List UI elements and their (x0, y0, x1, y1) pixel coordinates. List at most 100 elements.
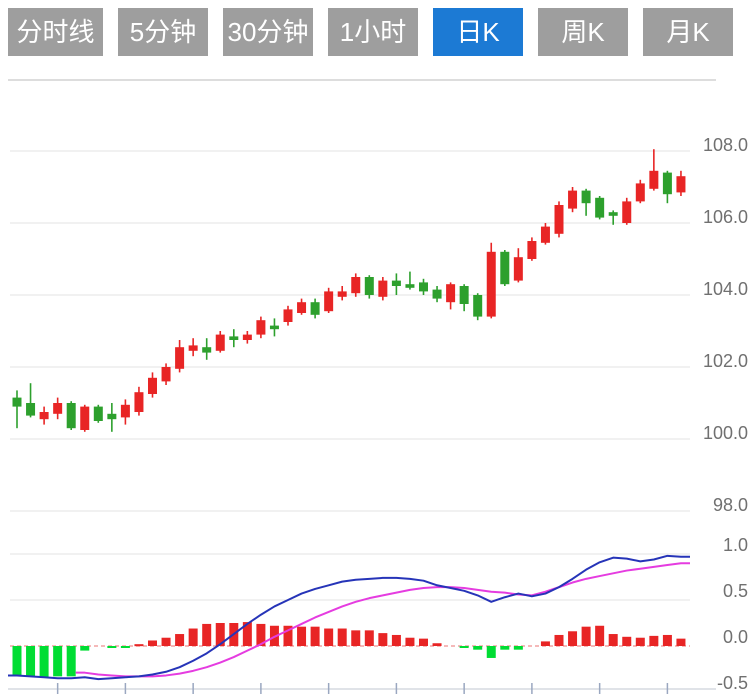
candle-body (148, 378, 157, 394)
candle-body (582, 191, 591, 204)
macd-histogram-bar (663, 635, 672, 646)
macd-histogram-bar (473, 646, 482, 650)
kline-chart[interactable]: 108.0106.0104.0102.0100.098.01.00.50.0-0… (0, 0, 755, 694)
macd-axis-label: 0.0 (723, 627, 748, 647)
dif-line (8, 556, 690, 679)
macd-histogram-bar (405, 638, 414, 646)
macd-histogram-bar (40, 646, 49, 677)
price-axis-label: 104.0 (703, 279, 748, 299)
macd-histogram-bar (378, 633, 387, 646)
price-axis-label: 108.0 (703, 135, 748, 155)
macd-axis-label: 0.5 (723, 581, 748, 601)
macd-histogram-bar (595, 626, 604, 646)
candle-body (392, 281, 401, 286)
candle-body (243, 335, 252, 340)
macd-histogram-bar (622, 637, 631, 646)
candle-body (121, 405, 130, 418)
candle-body (663, 173, 672, 195)
macd-histogram-bar (500, 646, 509, 650)
macd-histogram-bar (582, 627, 591, 646)
candle-body (541, 227, 550, 243)
macd-histogram-bar (175, 634, 184, 646)
macd-histogram-bar (636, 638, 645, 646)
macd-histogram-bar (311, 627, 320, 646)
price-axis-label: 102.0 (703, 351, 748, 371)
macd-histogram-bar (609, 634, 618, 646)
candle-body (460, 286, 469, 304)
tab-1hour[interactable]: 1小时 (328, 8, 418, 56)
macd-histogram-bar (514, 646, 523, 650)
macd-histogram-bar (202, 624, 211, 646)
candle-body (216, 335, 225, 351)
tab-monthly-k[interactable]: 月K (643, 8, 733, 56)
candle-body (622, 201, 631, 223)
candle-body (256, 320, 265, 334)
macd-histogram-bar (13, 646, 22, 676)
candle-body (202, 347, 211, 352)
macd-histogram-bar (53, 646, 62, 676)
macd-histogram-bar (649, 636, 658, 646)
macd-histogram-bar (351, 630, 360, 646)
candle-body (405, 284, 414, 288)
tab-30min[interactable]: 30分钟 (223, 8, 313, 56)
tab-minute-line[interactable]: 分时线 (8, 8, 103, 56)
macd-histogram-bar (67, 646, 76, 676)
candle-body (324, 291, 333, 311)
macd-histogram-bar (487, 646, 496, 658)
candle-body (446, 284, 455, 302)
candle-body (13, 398, 22, 407)
candle-body (297, 302, 306, 313)
candle-body (162, 367, 171, 381)
candle-body (419, 282, 428, 291)
candle-body (527, 241, 536, 259)
candle-body (94, 407, 103, 421)
candle-body (40, 412, 49, 419)
macd-histogram-bar (338, 629, 347, 646)
candle-body (175, 347, 184, 369)
candle-body (365, 277, 374, 295)
candle-body (595, 198, 604, 218)
candle-body (609, 212, 618, 216)
macd-axis-label: -0.5 (717, 673, 748, 693)
macd-histogram-bar (80, 646, 89, 651)
candle-body (26, 403, 35, 416)
tab-5min[interactable]: 5分钟 (118, 8, 208, 56)
tab-weekly-k[interactable]: 周K (538, 8, 628, 56)
candle-body (351, 277, 360, 293)
macd-axis-label: 1.0 (723, 535, 748, 555)
candle-body (433, 290, 442, 299)
macd-histogram-bar (324, 629, 333, 646)
price-axis-label: 100.0 (703, 423, 748, 443)
candle-body (676, 176, 685, 192)
macd-histogram-bar (460, 646, 469, 648)
candle-body (636, 183, 645, 201)
macd-histogram-bar (148, 640, 157, 646)
candle-body (487, 252, 496, 317)
tab-daily-k[interactable]: 日K (433, 8, 523, 56)
candle-body (284, 309, 293, 322)
candle-body (649, 171, 658, 189)
macd-histogram-bar (297, 627, 306, 646)
macd-histogram-bar (26, 646, 35, 676)
candle-body (53, 403, 62, 414)
candle-body (107, 414, 116, 419)
macd-histogram-bar (676, 639, 685, 646)
candle-body (473, 295, 482, 317)
candle-body (568, 191, 577, 209)
macd-histogram-bar (568, 631, 577, 646)
macd-histogram-bar (134, 644, 143, 646)
macd-histogram-bar (555, 635, 564, 646)
candle-body (338, 291, 347, 296)
macd-histogram-bar (392, 635, 401, 646)
candle-body (514, 257, 523, 280)
timeframe-tabbar: 分时线 5分钟 30分钟 1小时 日K 周K 月K (8, 8, 733, 56)
macd-histogram-bar (121, 646, 130, 648)
macd-histogram-bar (107, 646, 116, 648)
candle-body (378, 281, 387, 297)
macd-histogram-bar (419, 639, 428, 646)
price-axis-label: 106.0 (703, 207, 748, 227)
candle-body (500, 252, 509, 284)
macd-histogram-bar (189, 629, 198, 646)
candle-body (270, 326, 279, 330)
candle-body (229, 336, 238, 340)
